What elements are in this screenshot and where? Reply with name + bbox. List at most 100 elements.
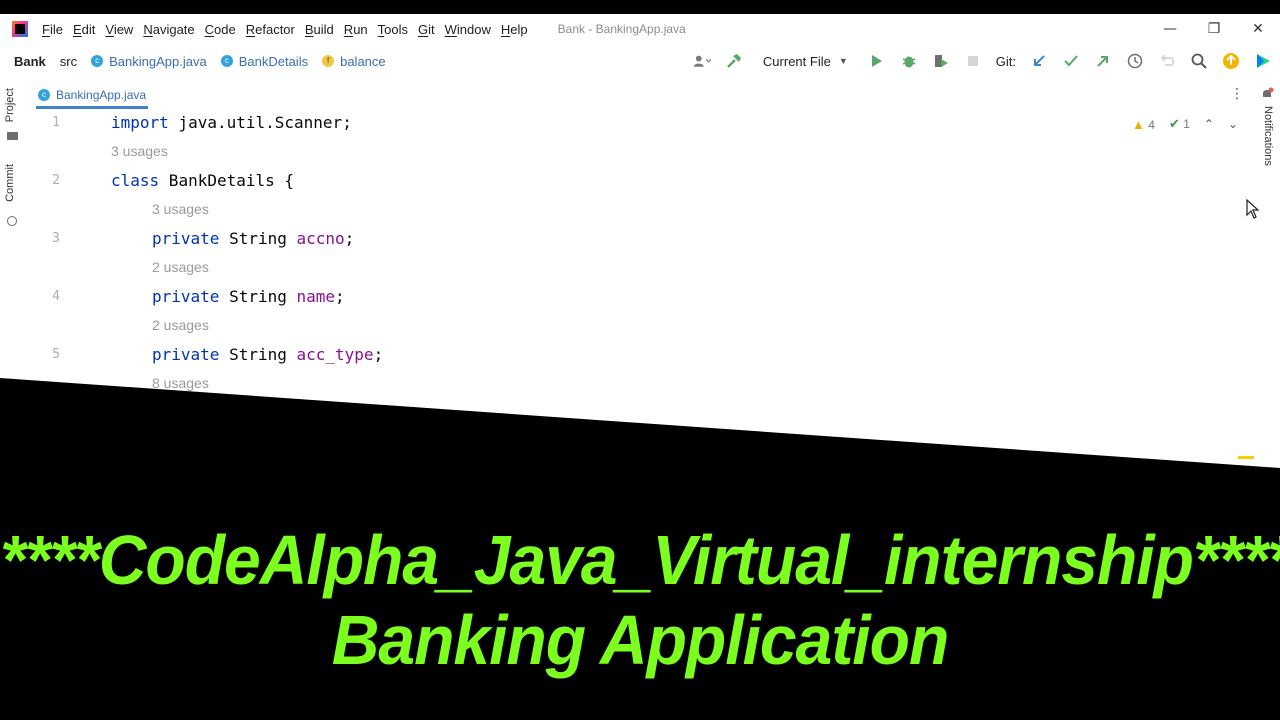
- stop-icon[interactable]: [964, 52, 982, 70]
- source-code: private String name;: [152, 287, 345, 306]
- usages-hint[interactable]: 3 usages: [152, 201, 209, 217]
- run-configuration-label: Current File: [762, 53, 831, 69]
- menu-code[interactable]: Code: [205, 22, 236, 37]
- notifications-tool-label[interactable]: Notifications: [1262, 106, 1274, 166]
- code-token: BankDetails {: [159, 170, 295, 190]
- editor-tab-label: BankingApp.java: [56, 88, 147, 102]
- code-line[interactable]: 1 import java.util.Scanner;: [30, 110, 1230, 134]
- field-token: name: [296, 286, 336, 306]
- menu-refactor[interactable]: Refactor: [246, 22, 295, 37]
- keyword-token: class: [111, 170, 160, 190]
- debug-bug-icon[interactable]: [900, 52, 918, 70]
- breadcrumb-file[interactable]: c BankingApp.java: [91, 54, 207, 69]
- menu-bar: File Edit View Navigate Code Refactor Bu…: [0, 14, 1280, 44]
- code-token: ;: [344, 228, 355, 248]
- menu-build[interactable]: Build: [305, 22, 334, 37]
- git-commit-check-icon[interactable]: [1062, 52, 1080, 70]
- intellij-logo-icon: [12, 21, 28, 37]
- menu-help[interactable]: Help: [501, 22, 528, 37]
- class-icon: c: [220, 55, 233, 67]
- breadcrumb-field[interactable]: f balance: [322, 54, 386, 69]
- menu-git[interactable]: Git: [418, 22, 435, 37]
- git-update-arrow-icon[interactable]: [1030, 52, 1048, 70]
- source-code: class BankDetails {: [111, 171, 294, 190]
- run-configuration-select[interactable]: Current File ▼: [757, 52, 854, 71]
- code-token: String: [219, 228, 297, 248]
- breadcrumb-class[interactable]: c BankDetails: [220, 54, 308, 69]
- banner-title: ****CodeAlpha_Java_Virtual_internship***…: [0, 521, 1280, 599]
- menu-edit[interactable]: Edit: [73, 22, 95, 37]
- code-token: String: [219, 344, 297, 364]
- window-title: Bank - BankingApp.java: [557, 22, 686, 36]
- right-tool-window-strip: Notifications: [1256, 84, 1280, 464]
- history-clock-icon[interactable]: [1126, 52, 1144, 70]
- menu-run[interactable]: Run: [344, 22, 368, 37]
- search-icon[interactable]: [1190, 52, 1208, 70]
- code-line[interactable]: 5 private String acc_type;: [30, 342, 1230, 366]
- usage-hint-row[interactable]: 3 usages: [30, 197, 1230, 221]
- code-line[interactable]: 2 class BankDetails {: [30, 168, 1230, 192]
- commit-icon: [7, 216, 17, 226]
- line-number: 4: [52, 288, 60, 304]
- notification-bell-icon[interactable]: [1260, 86, 1274, 105]
- minimize-button[interactable]: —: [1148, 14, 1192, 44]
- usage-hint-row[interactable]: 8 usages: [30, 371, 1230, 395]
- breadcrumb-file-label: BankingApp.java: [109, 53, 207, 69]
- run-icon[interactable]: [868, 52, 886, 70]
- left-tool-window-strip: Project Commit: [0, 84, 26, 464]
- mouse-cursor-icon: [1246, 198, 1260, 224]
- usages-hint[interactable]: 2 usages: [152, 259, 209, 275]
- scrollbar-marker: [1238, 456, 1254, 459]
- breadcrumb-field-label: balance: [340, 53, 386, 69]
- code-line[interactable]: 3 private String accno;: [30, 226, 1230, 250]
- code-editor[interactable]: 1 import java.util.Scanner; 3 usages 2 class…: [30, 110, 1230, 474]
- rollback-icon[interactable]: [1158, 52, 1176, 70]
- code-line[interactable]: 4 private String name;: [30, 284, 1230, 308]
- close-button[interactable]: ✕: [1236, 14, 1280, 44]
- keyword-token: private: [152, 228, 220, 248]
- menu-tools[interactable]: Tools: [378, 22, 408, 37]
- git-label: Git:: [995, 53, 1016, 69]
- top-black-strip: [0, 0, 1280, 14]
- java-class-icon: c: [91, 55, 104, 67]
- usages-hint[interactable]: 2 usages: [152, 317, 209, 333]
- banner-subtitle: Banking Application: [331, 601, 950, 679]
- java-class-icon: c: [38, 89, 50, 101]
- field-icon: f: [322, 55, 335, 67]
- title-banner: ****CodeAlpha_Java_Virtual_internship***…: [0, 520, 1280, 680]
- line-number: 5: [52, 346, 60, 362]
- code-token: ;: [373, 344, 384, 364]
- source-code: import java.util.Scanner;: [111, 113, 352, 132]
- usage-hint-row[interactable]: 2 usages: [30, 313, 1230, 337]
- usages-hint[interactable]: 8 usages: [152, 375, 209, 391]
- breadcrumb-project[interactable]: Bank: [14, 54, 46, 69]
- usage-hint-row[interactable]: 2 usages: [30, 255, 1230, 279]
- code-with-me-icon[interactable]: [1254, 52, 1272, 70]
- line-number: 3: [52, 230, 60, 246]
- user-icon[interactable]: [693, 52, 711, 70]
- more-vertical-icon[interactable]: ⋮: [1230, 86, 1244, 102]
- menu-window[interactable]: Window: [445, 22, 491, 37]
- breadcrumb-src-label: src: [59, 53, 78, 69]
- navigation-bar: Bank src c BankingApp.java c BankDetails…: [0, 46, 1280, 76]
- restore-button[interactable]: ❐: [1192, 14, 1236, 44]
- line-number: 2: [52, 172, 60, 188]
- project-tool-window-button[interactable]: Project: [0, 84, 26, 148]
- code-token: String: [219, 286, 297, 306]
- coverage-icon[interactable]: [932, 52, 950, 70]
- keyword-token: private: [152, 286, 220, 306]
- menu-navigate[interactable]: Navigate: [143, 22, 194, 37]
- git-push-arrow-icon[interactable]: [1094, 52, 1112, 70]
- update-available-icon[interactable]: [1222, 52, 1240, 70]
- menu-view[interactable]: View: [105, 22, 133, 37]
- keyword-token: private: [152, 344, 220, 364]
- editor-tab-bankingapp[interactable]: c BankingApp.java: [36, 84, 149, 109]
- line-number: 1: [52, 114, 60, 130]
- ide-window: File Edit View Navigate Code Refactor Bu…: [0, 14, 1280, 474]
- usages-hint[interactable]: 3 usages: [111, 143, 168, 159]
- menu-file[interactable]: File: [42, 22, 63, 37]
- breadcrumb-src[interactable]: src: [60, 54, 77, 69]
- commit-tool-window-button[interactable]: Commit: [0, 160, 26, 232]
- build-hammer-icon[interactable]: [725, 52, 743, 70]
- usage-hint-row[interactable]: 3 usages: [30, 139, 1230, 163]
